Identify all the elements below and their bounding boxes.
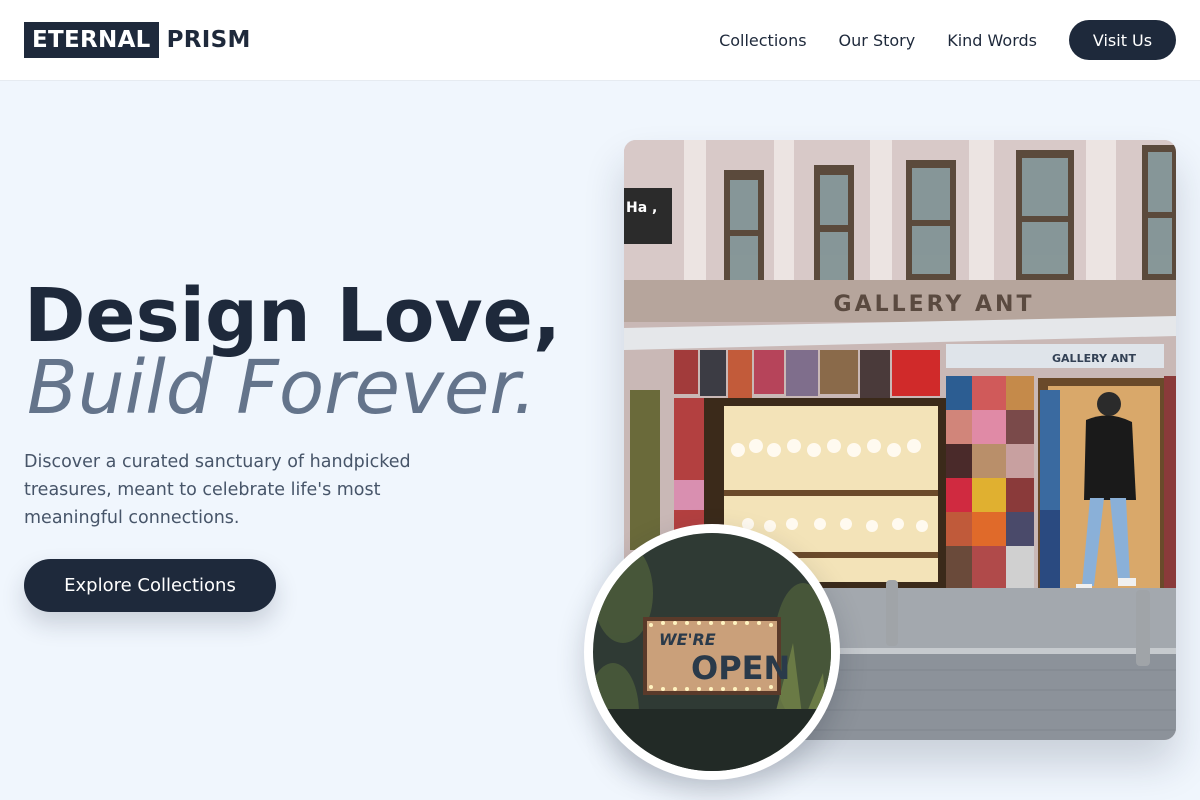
small-shop-sign-text: GALLERY ANT bbox=[1052, 352, 1136, 365]
visit-us-button[interactable]: Visit Us bbox=[1069, 20, 1176, 60]
hero-subtitle: Build Forever. bbox=[27, 345, 537, 431]
nav-link-collections[interactable]: Collections bbox=[719, 31, 806, 50]
brand-logo[interactable]: ETERNAL PRISM bbox=[24, 22, 251, 58]
brand-logo-text: PRISM bbox=[166, 27, 251, 53]
shop-sign-text: GALLERY ANT bbox=[834, 292, 1035, 317]
hero-description: Discover a curated sanctuary of handpick… bbox=[24, 452, 411, 528]
nav-link-our-story[interactable]: Our Story bbox=[839, 31, 916, 50]
open-sign-line2: OPEN bbox=[691, 649, 790, 687]
brand-logo-box: ETERNAL bbox=[24, 22, 159, 58]
main-nav: Collections Our Story Kind Words Visit U… bbox=[719, 20, 1176, 60]
hero-title: Design Love, bbox=[24, 273, 561, 359]
nav-link-kind-words[interactable]: Kind Words bbox=[947, 31, 1037, 50]
open-sign-photo: WE'RE OPEN bbox=[584, 524, 840, 780]
open-sign-line1: WE'RE bbox=[659, 630, 716, 649]
side-sign-text: Ha , bbox=[626, 200, 657, 216]
site-header: ETERNAL PRISM Collections Our Story Kind… bbox=[0, 0, 1200, 81]
explore-collections-button[interactable]: Explore Collections bbox=[24, 559, 276, 612]
